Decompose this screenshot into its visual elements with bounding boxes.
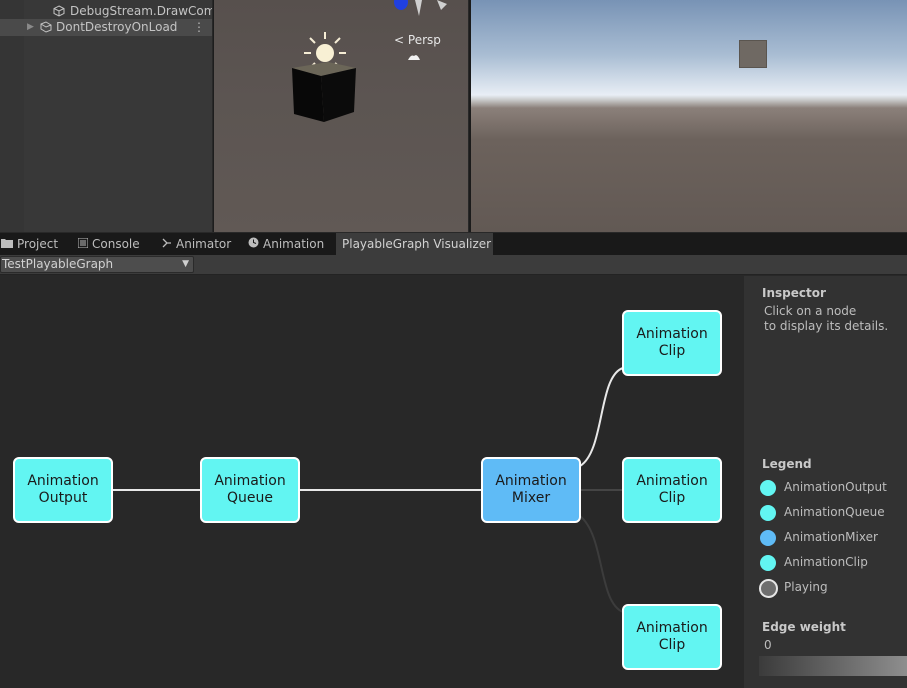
hierarchy-item-label: DebugStream.DrawComp xyxy=(70,4,212,18)
node-label: Animation Clip xyxy=(632,326,712,360)
node-label-line1: Animation xyxy=(636,620,708,636)
node-label: Animation Output xyxy=(23,473,103,507)
graph-select-dropdown[interactable]: TestPlayableGraph ▼ xyxy=(0,256,194,273)
more-menu-icon[interactable]: ⋮ xyxy=(193,19,205,36)
gameobject-icon xyxy=(53,5,65,17)
edge-mixer-clip3 xyxy=(579,515,624,613)
hierarchy-panel: DebugStream.DrawComp ▶ DontDestroyOnLoad… xyxy=(0,0,212,232)
legend-title: Legend xyxy=(762,457,812,471)
legend-label: AnimationMixer xyxy=(784,530,878,544)
node-label: Animation Clip xyxy=(632,473,712,507)
inspector-title: Inspector xyxy=(762,286,826,300)
node-label-line2: Clip xyxy=(658,343,686,359)
node-label-line2: Mixer xyxy=(511,490,551,506)
legend-swatch xyxy=(759,579,778,598)
node-label-line2: Clip xyxy=(658,490,686,506)
graph-canvas[interactable]: Animation Output Animation Queue Animation… xyxy=(0,276,744,688)
visualizer-toolbar: TestPlayableGraph ▼ xyxy=(0,255,907,275)
scene-gizmo-icon[interactable] xyxy=(389,0,449,18)
legend-swatch xyxy=(760,555,776,571)
tab-animation[interactable]: Animation xyxy=(248,233,336,255)
persp-arrow-icon: < xyxy=(394,33,405,47)
persp-label: Persp xyxy=(407,33,441,47)
animation-icon xyxy=(248,233,259,255)
tab-project[interactable]: Project xyxy=(0,233,78,255)
edge-weight-gradient xyxy=(759,656,907,676)
node-label: Animation Clip xyxy=(632,620,712,654)
node-animation-clip-2[interactable]: Animation Clip xyxy=(622,457,722,523)
node-label: Animation Mixer xyxy=(491,473,571,507)
folder-icon xyxy=(1,233,13,255)
node-animation-output[interactable]: Animation Output xyxy=(13,457,113,523)
node-animation-clip-3[interactable]: Animation Clip xyxy=(622,604,722,670)
game-cube xyxy=(739,40,767,68)
legend-swatch xyxy=(760,480,776,496)
scene-view[interactable]: < Persp xyxy=(213,0,468,232)
inspector-hint-line2: to display its details. xyxy=(764,319,889,333)
tab-playablegraph-visualizer[interactable]: PlayableGraph Visualizer xyxy=(336,233,493,255)
edge-weight-title: Edge weight xyxy=(762,620,846,634)
inspector-panel: Inspector Click on a node to display its… xyxy=(744,276,907,688)
tab-label: Console xyxy=(92,237,140,251)
expand-arrow-icon[interactable]: ▶ xyxy=(27,19,34,36)
node-label-line2: Clip xyxy=(658,637,686,653)
hand-icon[interactable] xyxy=(407,51,421,63)
tab-label: Animator xyxy=(176,237,232,251)
chevron-down-icon: ▼ xyxy=(182,259,189,269)
animator-icon xyxy=(162,233,172,255)
tab-animator[interactable]: Animator xyxy=(162,233,248,255)
legend-label: Playing xyxy=(784,580,828,594)
edge-weight-value: 0 xyxy=(764,638,772,652)
game-view[interactable] xyxy=(469,0,907,232)
perspective-toggle[interactable]: < Persp xyxy=(394,33,441,47)
node-label-line2: Output xyxy=(38,490,88,506)
tab-console[interactable]: Console xyxy=(77,233,162,255)
legend-swatch xyxy=(760,505,776,521)
node-label-line1: Animation xyxy=(636,473,708,489)
node-label-line1: Animation xyxy=(27,473,99,489)
console-icon xyxy=(77,233,89,255)
tab-label: PlayableGraph Visualizer xyxy=(342,237,492,251)
legend-swatch xyxy=(760,530,776,546)
hierarchy-item-debugstream[interactable]: DebugStream.DrawComp xyxy=(0,3,212,20)
graph-select-value: TestPlayableGraph xyxy=(2,257,114,271)
tab-label: Animation xyxy=(263,237,325,251)
node-label-line1: Animation xyxy=(636,326,708,342)
legend-label: AnimationQueue xyxy=(784,505,885,519)
scene-cube[interactable] xyxy=(288,60,360,126)
legend-label: AnimationOutput xyxy=(784,480,887,494)
tab-label: Project xyxy=(17,237,59,251)
hierarchy-item-dontdestroyonload[interactable]: ▶ DontDestroyOnLoad ⋮ xyxy=(0,19,212,36)
node-label-line1: Animation xyxy=(214,473,286,489)
node-label: Animation Queue xyxy=(210,473,290,507)
editor-tab-bar: Project Console Animator Animation Playa… xyxy=(0,233,907,255)
node-animation-queue[interactable]: Animation Queue xyxy=(200,457,300,523)
node-label-line1: Animation xyxy=(495,473,567,489)
inspector-hint-line1: Click on a node xyxy=(764,304,857,318)
node-label-line2: Queue xyxy=(227,490,273,506)
unity-scene-icon xyxy=(40,21,52,33)
legend-label: AnimationClip xyxy=(784,555,868,569)
hierarchy-item-label: DontDestroyOnLoad xyxy=(56,20,178,34)
node-animation-mixer[interactable]: Animation Mixer xyxy=(481,457,581,523)
node-animation-clip-1[interactable]: Animation Clip xyxy=(622,310,722,376)
edge-mixer-clip1 xyxy=(579,367,624,467)
